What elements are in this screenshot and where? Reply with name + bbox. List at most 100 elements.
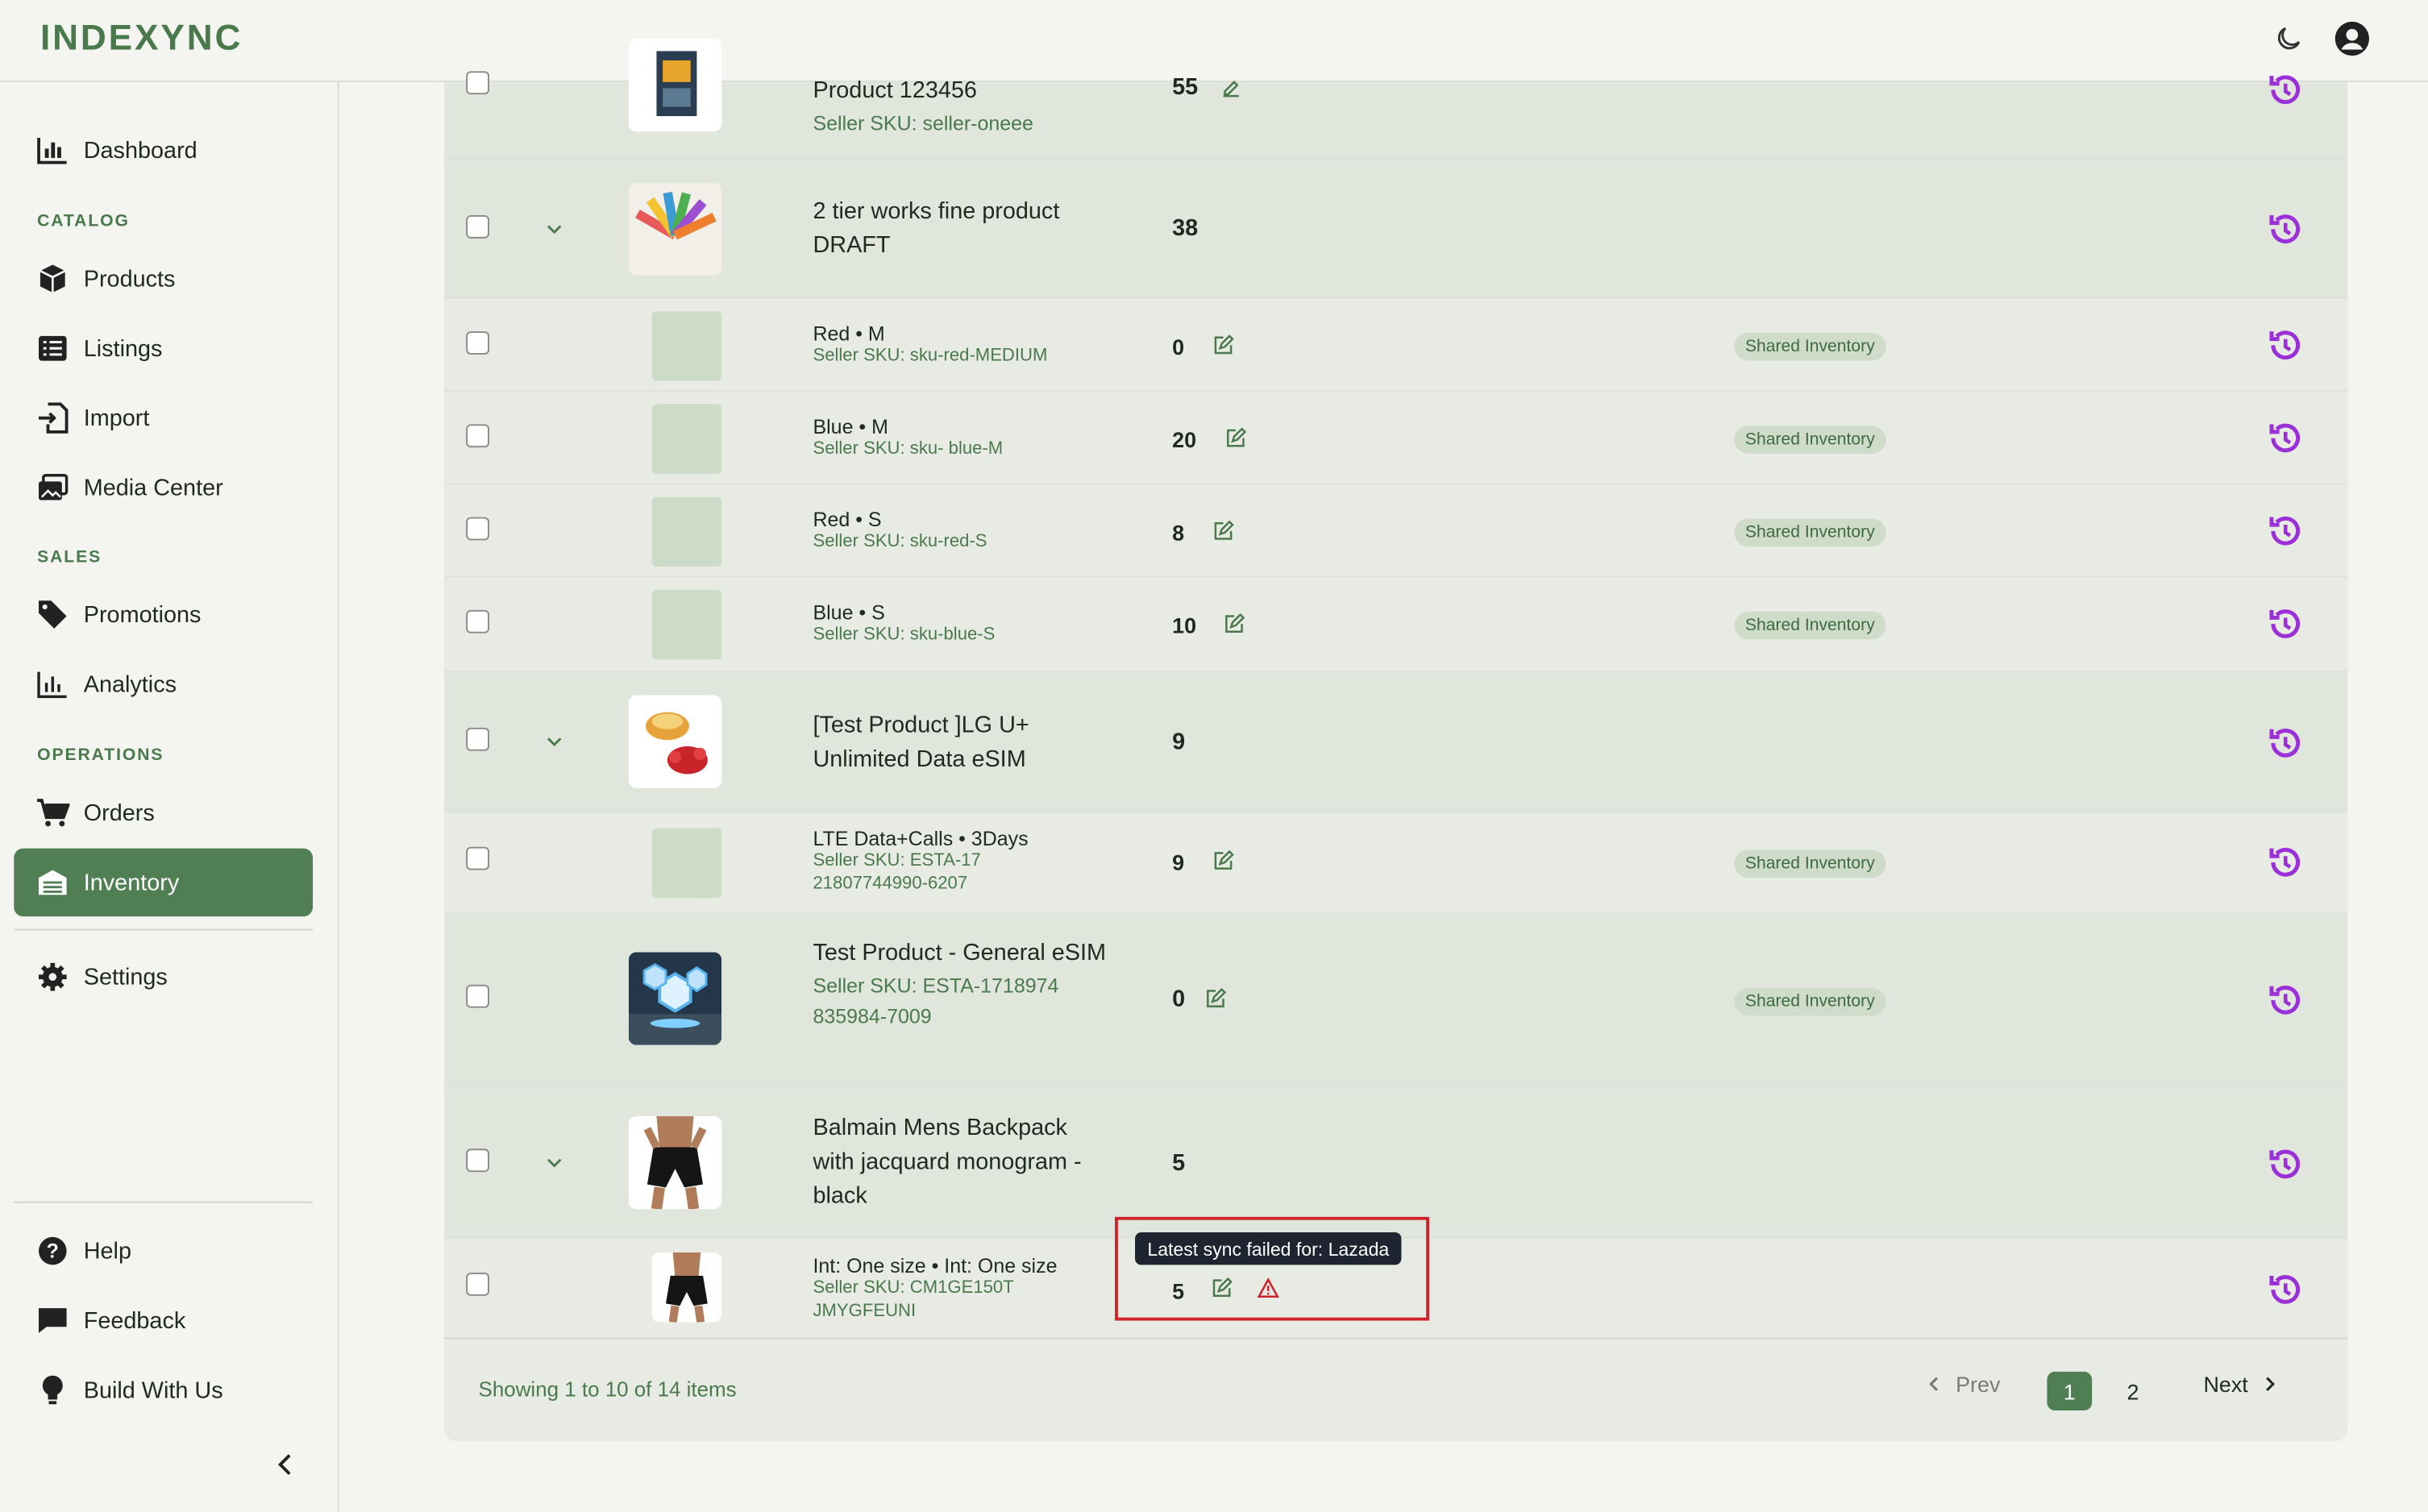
chevron-down-icon[interactable] xyxy=(543,731,565,753)
prev-page-button[interactable]: Prev xyxy=(1925,1372,2000,1397)
sidebar-item-import[interactable]: Import xyxy=(14,384,313,452)
row-checkbox[interactable] xyxy=(466,727,490,751)
import-icon xyxy=(35,401,69,435)
quantity-value: 38 xyxy=(1172,215,1199,242)
history-icon[interactable] xyxy=(2267,1271,2304,1308)
history-icon[interactable] xyxy=(2267,71,2304,108)
section-sales: SALES xyxy=(37,547,102,567)
quantity-value: 0 xyxy=(1172,986,1186,1013)
user-avatar-icon[interactable] xyxy=(2332,19,2372,59)
sidebar-item-products[interactable]: Products xyxy=(14,245,313,314)
history-icon[interactable] xyxy=(2267,844,2304,881)
sidebar-item-dashboard[interactable]: Dashboard xyxy=(14,116,313,185)
box-icon xyxy=(35,262,69,296)
history-icon[interactable] xyxy=(2267,326,2304,363)
sidebar-item-help[interactable]: ? Help xyxy=(14,1217,313,1286)
edit-icon[interactable] xyxy=(1212,520,1234,542)
page-1-button[interactable]: 1 xyxy=(2047,1371,2093,1410)
row-checkbox[interactable] xyxy=(466,517,490,541)
edit-icon[interactable] xyxy=(1212,334,1234,356)
history-icon[interactable] xyxy=(2267,725,2304,762)
seller-sku: Seller SKU: seller-oneee xyxy=(813,111,1033,135)
svg-text:?: ? xyxy=(47,1240,59,1263)
chevron-right-icon xyxy=(2265,1377,2275,1392)
history-icon[interactable] xyxy=(2267,210,2304,247)
history-icon[interactable] xyxy=(2267,982,2304,1019)
sidebar-item-feedback[interactable]: Feedback xyxy=(14,1286,313,1355)
chevron-down-icon[interactable] xyxy=(543,218,565,240)
lightbulb-icon xyxy=(35,1373,69,1407)
sidebar-item-label: Dashboard xyxy=(83,136,197,164)
seller-sku: Seller SKU: sku-blue-S xyxy=(813,625,996,645)
sidebar-item-label: Analytics xyxy=(83,671,177,698)
sidebar-item-label: Build With Us xyxy=(83,1377,223,1404)
section-operations: OPERATIONS xyxy=(37,746,164,765)
edit-icon[interactable] xyxy=(1212,849,1234,872)
history-icon[interactable] xyxy=(2267,420,2304,457)
variant-title: Blue • S xyxy=(813,600,885,625)
row-checkbox[interactable] xyxy=(466,984,490,1008)
table-row: Blue • M Seller SKU: sku- blue-M 20 Shar… xyxy=(444,391,2348,485)
edit-icon[interactable] xyxy=(1224,427,1247,449)
variant-name: Blue • M Seller SKU: sku- blue-M xyxy=(813,415,1003,462)
product-name: Product 123456 Seller SKU: seller-oneee xyxy=(813,74,1107,139)
variant-thumbnail xyxy=(651,1252,722,1323)
sidebar-item-settings[interactable]: Settings xyxy=(14,943,313,1011)
row-checkbox[interactable] xyxy=(466,331,490,355)
warning-triangle-icon[interactable] xyxy=(1257,1277,1279,1299)
sidebar-item-label: Feedback xyxy=(83,1307,186,1334)
chevron-down-icon[interactable] xyxy=(543,1152,565,1173)
chat-icon xyxy=(35,1303,69,1337)
sidebar-item-analytics[interactable]: Analytics xyxy=(14,650,313,719)
row-checkbox[interactable] xyxy=(466,424,490,448)
edit-icon[interactable] xyxy=(1204,987,1227,1010)
row-checkbox[interactable] xyxy=(466,1272,490,1296)
sidebar-divider xyxy=(14,928,314,931)
sidebar-item-label: Promotions xyxy=(83,601,202,628)
variant-name: Red • S Seller SKU: sku-red-S xyxy=(813,508,987,555)
row-checkbox[interactable] xyxy=(466,609,490,633)
seller-sku: Seller SKU: CM1GE150TJMYGFEUNI xyxy=(813,1278,1014,1321)
table-row: 2 tier works fine product DRAFT 38 xyxy=(444,159,2348,299)
sidebar-item-label: Media Center xyxy=(83,474,223,501)
quantity-value: 5 xyxy=(1172,1150,1186,1177)
history-icon[interactable] xyxy=(2267,513,2304,550)
sidebar-item-media-center[interactable]: Media Center xyxy=(14,454,313,522)
dark-mode-moon-icon[interactable] xyxy=(2268,19,2309,59)
variant-thumbnail-placeholder xyxy=(651,311,722,381)
product-thumbnail xyxy=(628,695,722,788)
page-2-button[interactable]: 2 xyxy=(2110,1372,2156,1410)
images-icon xyxy=(35,471,69,505)
sidebar-item-label: Orders xyxy=(83,800,155,826)
sidebar-item-label: Inventory xyxy=(83,869,180,896)
history-icon[interactable] xyxy=(2267,1145,2304,1182)
pagination-summary: Showing 1 to 10 of 14 items xyxy=(478,1377,737,1402)
edit-icon[interactable] xyxy=(1220,77,1242,99)
quantity-value: 9 xyxy=(1172,729,1186,756)
gear-icon xyxy=(35,960,69,994)
app-logo[interactable]: INDEXYNC xyxy=(40,17,243,59)
variant-thumbnail-placeholder xyxy=(651,589,722,660)
row-checkbox[interactable] xyxy=(466,1149,490,1173)
shared-inventory-badge: Shared Inventory xyxy=(1734,611,1886,640)
sidebar-item-inventory[interactable]: Inventory xyxy=(14,848,314,917)
row-checkbox[interactable] xyxy=(466,846,490,870)
collapse-sidebar-chevron-left-icon[interactable] xyxy=(269,1449,300,1480)
sidebar-item-promotions[interactable]: Promotions xyxy=(14,580,313,649)
product-name: [Test Product ]LG U+ Unlimited Data eSIM xyxy=(813,712,1029,773)
variant-name: Red • M Seller SKU: sku-red-MEDIUM xyxy=(813,322,1047,369)
product-title: Product 123456 xyxy=(813,77,977,104)
variant-thumbnail-placeholder xyxy=(651,828,722,899)
sidebar-item-label: Import xyxy=(83,405,150,431)
edit-icon[interactable] xyxy=(1224,613,1245,635)
next-page-button[interactable]: Next xyxy=(2203,1372,2279,1397)
row-checkbox[interactable] xyxy=(466,215,490,239)
row-checkbox[interactable] xyxy=(466,71,490,95)
table-row: [Test Product ]LG U+ Unlimited Data eSIM… xyxy=(444,671,2348,813)
sidebar-item-build-with-us[interactable]: Build With Us xyxy=(14,1356,313,1425)
sidebar-item-orders[interactable]: Orders xyxy=(14,779,313,847)
sidebar-item-listings[interactable]: Listings xyxy=(14,314,313,383)
history-icon[interactable] xyxy=(2267,605,2304,642)
quantity-value: 8 xyxy=(1172,520,1185,546)
tag-icon xyxy=(35,597,69,631)
